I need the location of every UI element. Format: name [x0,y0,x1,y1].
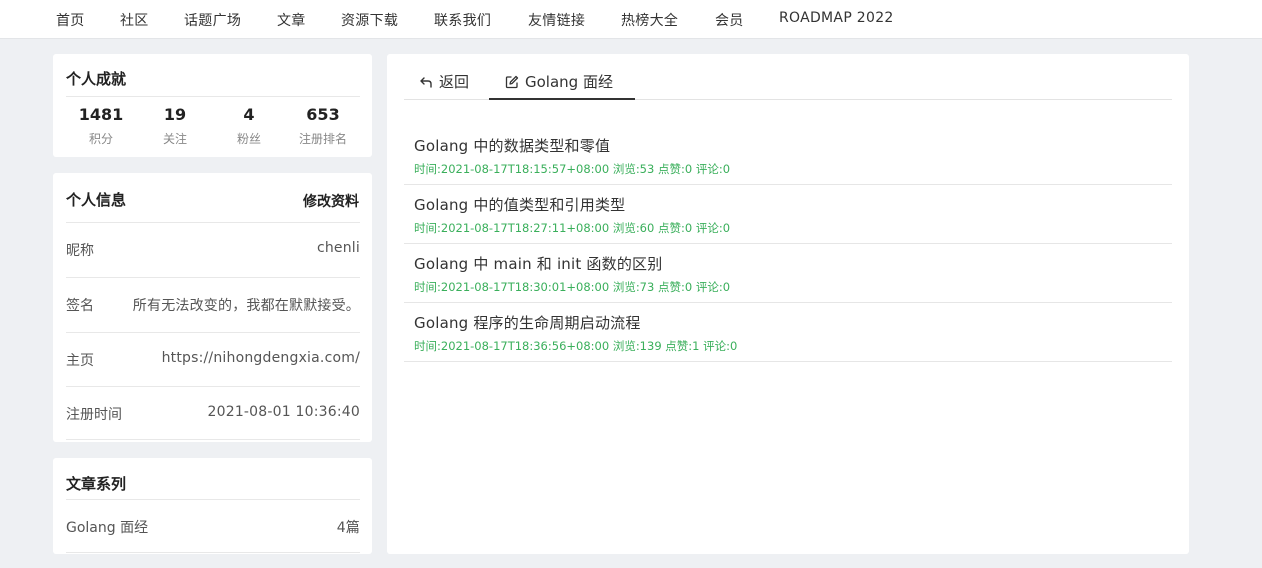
article-title[interactable]: Golang 中的数据类型和零值 [414,135,610,156]
stat-rank-value: 653 [306,105,340,124]
series-item-count: 4篇 [336,520,360,536]
profile-row-value: 所有无法改变的，我都在默默接受。 [132,298,360,314]
article-meta: 时间:2021-08-17T18:27:11+08:00 浏览:60 点赞:0 … [414,221,731,235]
stat-points-label: 积分 [88,132,113,146]
nav-item-friend-links[interactable]: 友情链接 [528,10,585,30]
article-item[interactable]: Golang 程序的生命周期启动流程 时间:2021-08-17T18:36:5… [404,303,1172,362]
stat-points-value: 1481 [78,105,124,124]
article-item[interactable]: Golang 中的数据类型和零值 时间:2021-08-17T18:15:57+… [404,126,1172,185]
nav-item-contact[interactable]: 联系我们 [434,10,491,30]
tab-series-current[interactable]: Golang 面经 [505,71,613,92]
series-item-name[interactable]: Golang 面经 [66,517,148,537]
nav-item-community[interactable]: 社区 [120,10,149,30]
tab-series-label: Golang 面经 [525,73,613,91]
nav-item-hot-lists[interactable]: 热榜大全 [621,10,678,30]
edit-icon [505,75,519,89]
achievements-title: 个人成就 [66,70,127,88]
article-meta: 时间:2021-08-17T18:15:57+08:00 浏览:53 点赞:0 … [414,162,731,176]
edit-profile-link[interactable]: 修改资料 [303,191,359,211]
profile-row-value: 2021-08-01 10:36:40 [207,404,360,420]
series-title: 文章系列 [66,475,127,493]
profile-row-key: 签名 [66,298,94,314]
main-content-card: 返回 Golang 面经 Golang 中的数据类型和零值 时间:2021-08… [387,54,1189,554]
profile-row-value: chenli [316,240,360,256]
divider [66,96,360,97]
tab-back-label: 返回 [439,73,470,91]
nav-item-home[interactable]: 首页 [56,10,85,30]
profile-row-nickname: 昵称 chenli [66,222,360,276]
article-title[interactable]: Golang 程序的生命周期启动流程 [414,312,641,333]
stat-followers-value[interactable]: 4 [214,105,284,124]
stat-following-label[interactable]: 关注 [140,130,210,147]
profile-row-register-time: 注册时间 2021-08-01 10:36:40 [66,386,360,440]
series-card: 文章系列 Golang 面经 4篇 [53,458,372,554]
series-item[interactable]: Golang 面经 4篇 [66,499,360,553]
nav-item-roadmap[interactable]: ROADMAP 2022 [779,10,894,26]
stat-rank-label: 注册排名 [298,132,347,146]
profile-row-key: 注册时间 [66,407,122,423]
article-meta: 时间:2021-08-17T18:36:56+08:00 浏览:139 点赞:1… [414,339,738,353]
nav-item-downloads[interactable]: 资源下载 [341,10,398,30]
back-arrow-icon [420,77,432,88]
active-tab-underline [489,98,635,100]
article-item[interactable]: Golang 中的值类型和引用类型 时间:2021-08-17T18:27:11… [404,185,1172,244]
nav-item-topics[interactable]: 话题广场 [184,10,241,30]
profile-homepage-link[interactable]: https://nihongdengxia.com/ [162,350,360,366]
profile-card: 个人信息 修改资料 昵称 chenli 签名 所有无法改变的，我都在默默接受。 … [53,173,372,442]
profile-row-homepage: 主页 https://nihongdengxia.com/ [66,332,360,386]
top-navbar: 首页 社区 话题广场 文章 资源下载 联系我们 友情链接 热榜大全 会员 ROA… [0,0,1262,39]
achievements-card: 个人成就 1481 积分 19 关注 4 粉丝 653 注册排名 [53,54,372,157]
profile-row-key: 主页 [66,353,94,369]
article-title[interactable]: Golang 中 main 和 init 函数的区别 [414,253,662,274]
nav-item-articles[interactable]: 文章 [277,10,306,30]
article-title[interactable]: Golang 中的值类型和引用类型 [414,194,625,215]
nav-item-membership[interactable]: 会员 [715,10,744,30]
stat-followers-label[interactable]: 粉丝 [214,130,284,147]
stat-following-value[interactable]: 19 [140,105,210,124]
profile-row-signature: 签名 所有无法改变的，我都在默默接受。 [66,277,360,331]
tab-back[interactable]: 返回 [419,71,469,92]
article-item[interactable]: Golang 中 main 和 init 函数的区别 时间:2021-08-17… [404,244,1172,303]
profile-row-key: 昵称 [66,243,94,259]
profile-title: 个人信息 [66,191,127,209]
article-meta: 时间:2021-08-17T18:30:01+08:00 浏览:73 点赞:0 … [414,280,731,294]
